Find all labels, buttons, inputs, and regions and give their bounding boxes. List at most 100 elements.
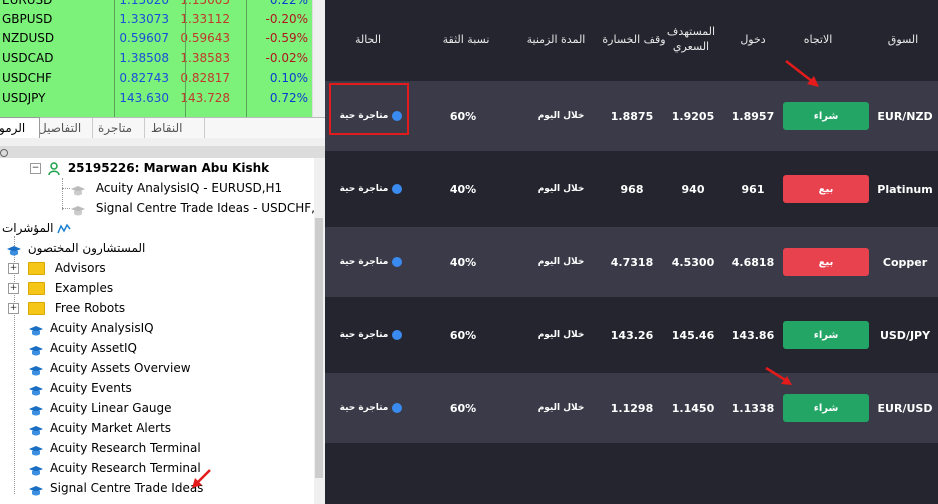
signal-confidence: 60% [449,109,477,123]
tree-expert-item[interactable]: Acuity Market Alerts [28,418,171,438]
quote-row[interactable]: NZDUSD 0.59607 0.59643 -0.59% [0,28,312,48]
header-stop: وقف الخسارة [602,32,666,46]
navigator-header [0,146,325,158]
signal-status: متاجرة حية [340,403,403,413]
signal-row[interactable]: Platinum بيع 961 940 968 خلال اليوم 40% … [325,154,938,224]
expand-icon[interactable]: + [8,283,19,294]
expert-label: Acuity Research Terminal [50,441,201,455]
circle-icon [0,149,8,157]
tree-indicators[interactable]: المؤشرات [2,218,71,238]
navigator-scrollbar[interactable] [314,158,325,504]
market-watch-tabs: النقاط متاجرة التفاصيل الرمو [0,117,325,139]
tree-expert-item[interactable]: Acuity Linear Gauge [28,398,172,418]
expert-label: Acuity AssetIQ [50,341,137,355]
folder-icon [28,262,45,275]
navigator-gap [0,138,325,146]
quote-symbol: USDCAD [2,51,54,65]
status-label: متاجرة حية [339,330,389,340]
indicator-icon [57,221,71,235]
signal-target: 145.46 [671,328,715,342]
tree-expert-item[interactable]: Acuity AssetIQ [28,338,137,358]
quote-row[interactable]: USDCAD 1.38508 1.38583 -0.02% [0,48,312,68]
tree-expert-item[interactable]: Acuity Events [28,378,132,398]
indicators-label: المؤشرات [2,221,54,235]
expert-label: Acuity Events [50,381,132,395]
chart-label: Signal Centre Trade Ideas - USDCHF,H1 [95,201,325,215]
status-dot-icon [392,184,403,194]
signal-row[interactable]: EUR/NZD شراء 1.8957 1.9205 1.8875 خلال ا… [325,81,938,151]
signal-market: EUR/NZD [877,109,933,123]
tree-experts[interactable]: المستشارون المختصون [6,238,145,258]
quote-change: 0.72% [269,91,308,105]
graduation-cap-icon [70,203,86,215]
signal-stop: 968 [620,182,644,196]
signal-row[interactable]: Copper بيع 4.6818 4.5300 4.7318 خلال الي… [325,227,938,297]
quote-symbol: USDCHF [2,71,52,85]
status-highlight-box [329,83,409,135]
signal-market: EUR/USD [877,401,933,415]
signal-timeframe: خلال اليوم [537,257,585,267]
signal-timeframe: خلال اليوم [537,184,585,194]
buy-button[interactable]: شراء [783,394,869,422]
expand-icon[interactable]: + [8,303,19,314]
buy-button[interactable]: شراء [783,321,869,349]
header-confidence: نسبة الثقة [442,32,490,46]
tree-account[interactable]: − 25195226: Marwan Abu Kishk [30,158,269,178]
signal-row[interactable]: USD/JPY شراء 143.86 145.46 143.26 خلال ا… [325,300,938,370]
tree-expert-item[interactable]: Acuity Assets Overview [28,358,191,378]
tree-folder[interactable]: + Advisors [8,258,106,278]
tree-folder[interactable]: + Free Robots [8,298,125,318]
graduation-cap-icon [28,443,44,455]
quote-row[interactable]: GBPUSD 1.33073 1.33112 -0.20% [0,9,312,29]
signal-confidence: 60% [449,328,477,342]
signal-entry: 4.6818 [731,255,775,269]
expand-icon[interactable]: + [8,263,19,274]
collapse-icon[interactable]: − [30,163,41,174]
signal-market: Platinum [877,182,933,196]
quote-change: -0.59% [265,31,308,45]
folder-label: Examples [54,281,114,295]
sell-button[interactable]: بيع [783,248,869,276]
quote-symbol: NZDUSD [2,31,55,45]
signal-stop: 1.1298 [610,401,654,415]
scrollbar-thumb[interactable] [315,218,323,478]
tab-ticks[interactable]: النقاط [145,118,205,138]
quote-ask: 1.33112 [180,12,230,26]
signal-stop: 143.26 [610,328,654,342]
expert-label: Acuity Assets Overview [50,361,191,375]
tab-details[interactable]: التفاصيل [32,118,93,138]
expert-label: Acuity Linear Gauge [50,401,172,415]
signal-centre-panel: السوق الاتجاه دخول المستهدف السعري وقف ا… [325,0,938,504]
tree-chart-item[interactable]: Acuity AnalysisIQ - EURUSD,H1 [70,178,282,198]
tree-expert-item[interactable]: Acuity Research Terminal [28,438,201,458]
graduation-cap-icon [28,343,44,355]
graduation-cap-icon [28,383,44,395]
signal-target: 940 [681,182,705,196]
quote-row[interactable]: USDCHF 0.82743 0.82817 0.10% [0,68,312,88]
market-watch: EURUSD 1.15020 1.15005 0.22% GBPUSD 1.33… [0,0,312,117]
status-dot-icon [392,330,403,340]
buy-button[interactable]: شراء [783,102,869,130]
column-divider [246,0,247,117]
graduation-cap-icon [28,463,44,475]
quote-row[interactable]: USDJPY 143.630 143.728 0.72% [0,88,312,108]
quotes-scrollbar[interactable] [312,0,325,117]
tree-expert-item[interactable]: Acuity Research Terminal [28,458,201,478]
quote-change: -0.02% [265,51,308,65]
tree-chart-item[interactable]: Signal Centre Trade Ideas - USDCHF,H1 [70,198,325,218]
header-status: الحالة [354,32,382,46]
navigator-tree: − 25195226: Marwan Abu Kishk Acuity Anal… [0,158,325,504]
sell-button[interactable]: بيع [783,175,869,203]
graduation-cap-icon [28,323,44,335]
tab-trading[interactable]: متاجرة [92,118,145,138]
tab-symbols[interactable]: الرمو [0,117,40,138]
expert-label: Acuity Market Alerts [50,421,172,435]
tree-folder[interactable]: + Examples [8,278,113,298]
red-arrow-annotation [765,366,792,385]
column-divider [185,0,186,117]
graduation-cap-icon [28,483,44,495]
header-entry: دخول [740,32,766,46]
tree-expert-item[interactable]: Acuity AnalysisIQ [28,318,154,338]
signal-row[interactable]: EUR/USD شراء 1.1338 1.1450 1.1298 خلال ا… [325,373,938,443]
tree-expert-item[interactable]: Signal Centre Trade Ideas [28,478,203,498]
